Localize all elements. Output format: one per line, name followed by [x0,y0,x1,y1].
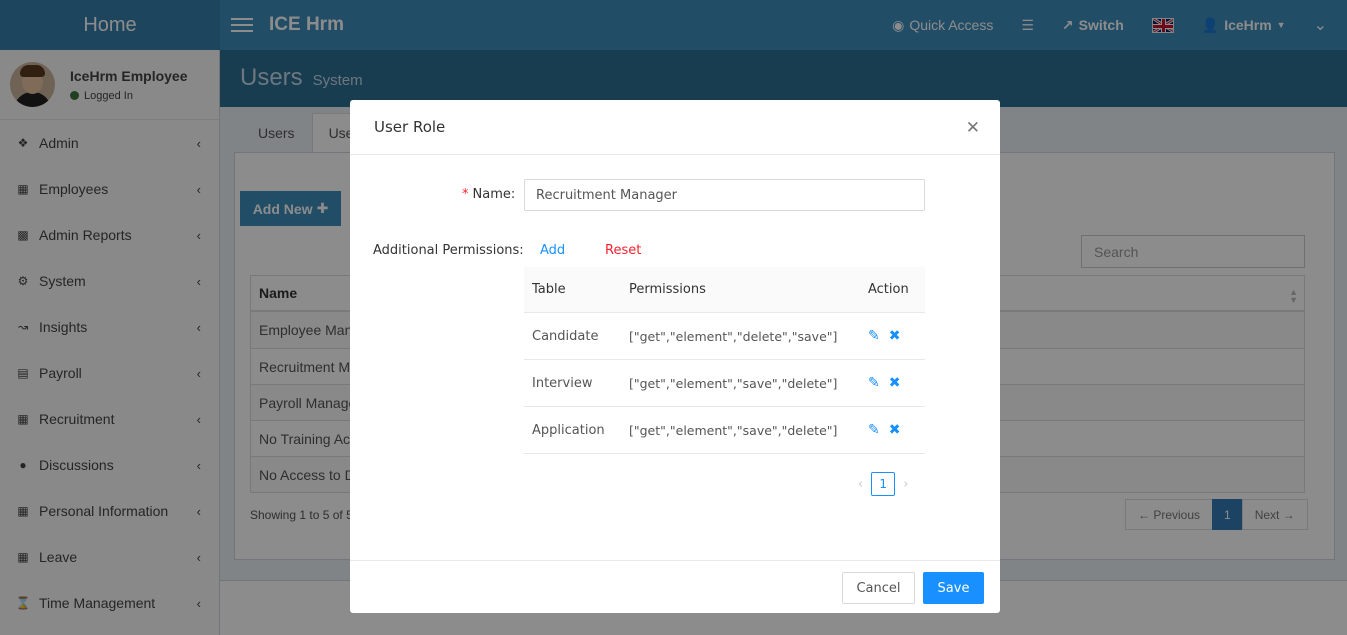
table-row: Application ["get","element","save","del… [524,407,925,454]
save-button[interactable]: Save [923,572,984,604]
name-field[interactable] [524,179,925,211]
delete-icon[interactable]: ✖ [889,422,901,438]
reset-permissions-link[interactable]: Reset [605,243,641,258]
permissions-table: Table Permissions Action Candidate ["get… [524,267,925,454]
edit-icon[interactable]: ✎ [868,422,880,438]
table-row: Candidate ["get","element","delete","sav… [524,313,925,360]
close-icon[interactable]: ✕ [966,118,980,138]
modal-footer: Cancel Save [350,560,1000,613]
edit-icon[interactable]: ✎ [868,375,880,391]
add-permission-link[interactable]: Add [540,243,565,258]
prev-page-icon[interactable]: ‹ [858,477,863,492]
delete-icon[interactable]: ✖ [889,375,901,391]
table-row: Interview ["get","element","save","delet… [524,360,925,407]
delete-icon[interactable]: ✖ [889,328,901,344]
page-1-button[interactable]: 1 [871,472,896,496]
user-role-modal: User Role ✕ *Name: Additional Permission… [350,100,1000,613]
edit-icon[interactable]: ✎ [868,328,880,344]
modal-title: User Role [374,118,446,136]
required-marker: * [462,187,469,202]
permissions-table-header: Table Permissions Action [524,267,925,313]
next-page-icon[interactable]: › [903,477,908,492]
name-label: * Name: [462,187,516,202]
permissions-label: Additional Permissions: [373,243,524,258]
cancel-button[interactable]: Cancel [842,572,915,604]
permissions-pagination: ‹ 1 › [858,472,908,496]
